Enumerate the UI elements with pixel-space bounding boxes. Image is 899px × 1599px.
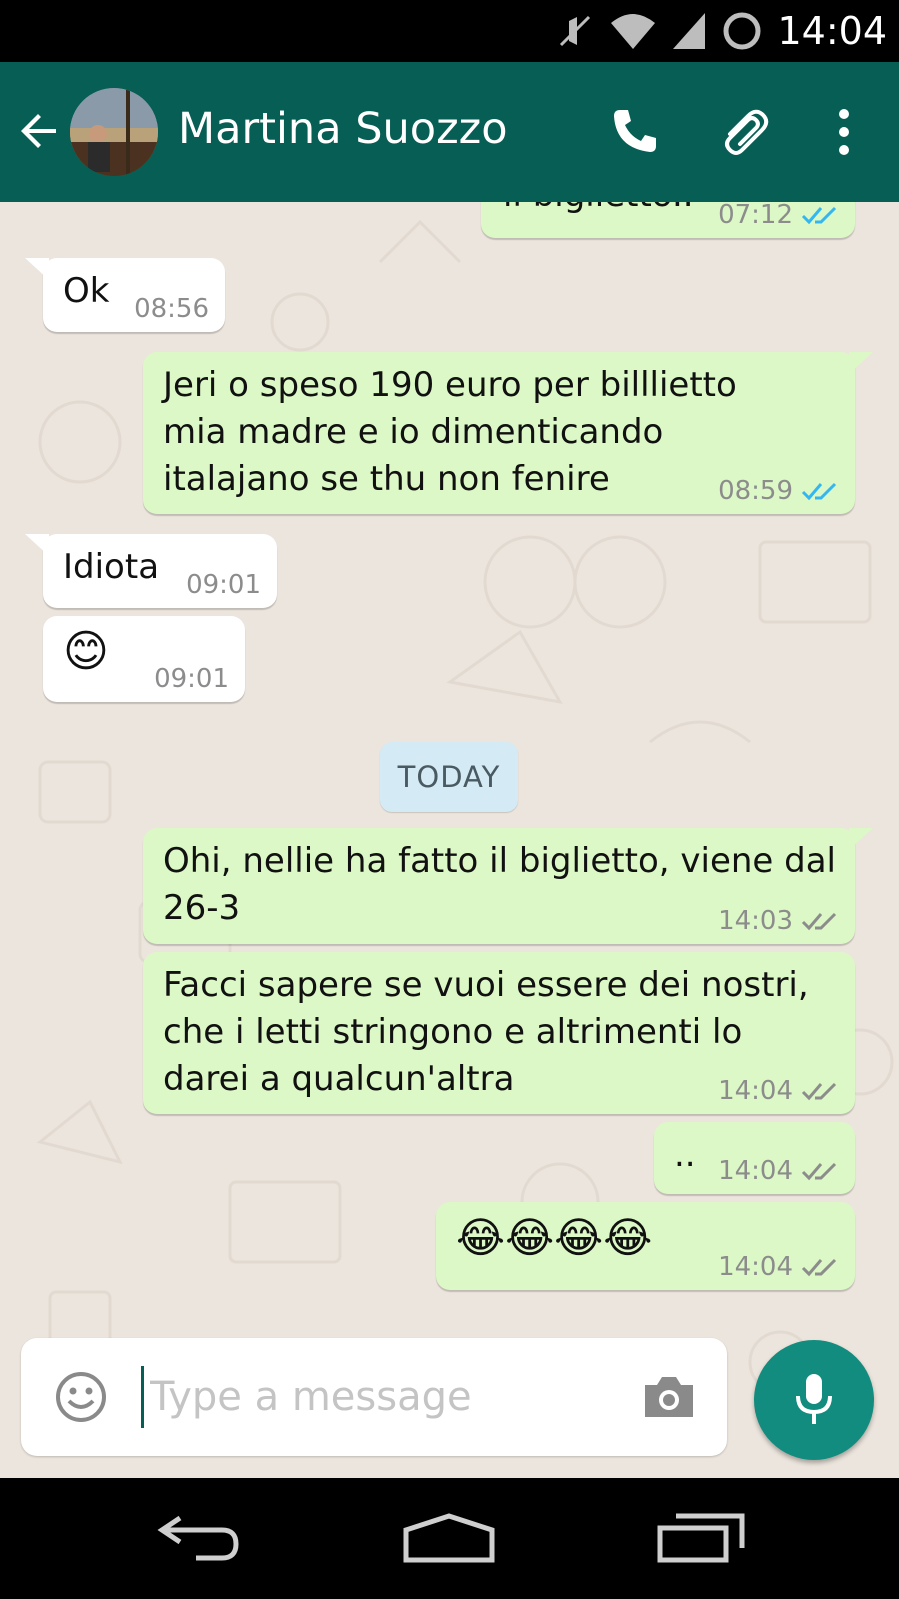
delivered-ticks-icon (801, 1082, 837, 1101)
message-bubble[interactable]: 😂😂😂😂 14:04 (436, 1202, 855, 1290)
nav-recents-icon[interactable] (656, 1512, 746, 1564)
message-text: Facci sapere se vuoi essere dei nostri, … (163, 965, 809, 1099)
avatar-photo (70, 88, 158, 176)
message-text: il biglietto.. (503, 202, 694, 219)
wifi-icon (611, 14, 656, 49)
sync-icon (723, 12, 761, 50)
mic-icon (796, 1374, 832, 1424)
message-meta: 14:04 (718, 1076, 839, 1106)
bubble-tail (25, 534, 49, 556)
mic-button[interactable] (754, 1340, 874, 1460)
message-bubble[interactable]: Facci sapere se vuoi essere dei nostri, … (143, 952, 855, 1114)
status-bar: 14:04 (0, 0, 899, 62)
message-bubble[interactable]: Idiota 09:01 (25, 534, 277, 608)
avatar[interactable] (70, 88, 158, 176)
message-time: 08:56 (134, 294, 209, 324)
message-text: Idiota (63, 547, 160, 587)
message-time: 07:12 (718, 202, 793, 230)
contact-name[interactable]: Martina Suozzo (178, 104, 508, 154)
message-bubble[interactable]: .. 14:04 (654, 1122, 855, 1194)
message-time: 08:59 (718, 476, 793, 506)
message-text: Ok (63, 271, 110, 311)
delivered-ticks-icon (801, 912, 837, 931)
signal-icon (673, 13, 706, 49)
message-meta: 14:03 (718, 906, 839, 936)
message-time: 09:01 (154, 664, 229, 694)
message-meta: 08:59 (718, 476, 839, 506)
bubble-tail (25, 258, 49, 280)
back-arrow-icon[interactable] (16, 107, 64, 155)
message-text: .. (674, 1135, 696, 1175)
attach-icon[interactable] (716, 104, 772, 160)
mute-icon (560, 15, 591, 47)
message-text: 😂😂😂😂 (456, 1213, 653, 1262)
delivered-ticks-icon (801, 1258, 837, 1277)
chat-area[interactable]: il biglietto.. 07:12 Ok 08:56 Jeri o spe… (0, 202, 899, 1478)
status-icons: 14:04 (555, 8, 887, 54)
emoji-icon[interactable] (55, 1371, 107, 1423)
message-bubble[interactable]: 😊 09:01 (43, 616, 245, 702)
message-meta: 08:56 (134, 294, 209, 324)
bubble-tail (849, 828, 873, 850)
read-ticks-icon (801, 482, 837, 501)
message-time: 09:01 (186, 570, 261, 600)
message-time: 14:03 (718, 906, 793, 936)
date-divider: TODAY (380, 742, 518, 812)
nav-home-icon[interactable] (402, 1512, 496, 1564)
message-time: 14:04 (718, 1076, 793, 1106)
message-text: 😊 (63, 626, 109, 677)
message-composer (21, 1338, 727, 1456)
nav-back-icon[interactable] (156, 1512, 242, 1564)
message-text: Jeri o speso 190 euro per billlietto mia… (163, 365, 737, 499)
message-meta: 14:04 (718, 1156, 839, 1186)
system-nav-bar (0, 1478, 899, 1599)
message-bubble[interactable]: Ok 08:56 (25, 258, 225, 332)
message-bubble[interactable]: il biglietto.. 07:12 (481, 202, 855, 238)
delivered-ticks-icon (801, 1162, 837, 1181)
message-meta: 14:04 (718, 1252, 839, 1282)
message-meta: 09:01 (186, 570, 261, 600)
phone-icon[interactable] (606, 104, 662, 160)
more-vert-icon[interactable] (816, 104, 872, 160)
message-time: 14:04 (718, 1252, 793, 1282)
message-bubble[interactable]: Ohi, nellie ha fatto il biglietto, viene… (143, 828, 873, 944)
status-time: 14:04 (777, 9, 887, 53)
camera-icon[interactable] (641, 1373, 697, 1421)
chat-header: Martina Suozzo (0, 62, 899, 202)
read-ticks-icon (801, 206, 837, 225)
message-meta: 07:12 (718, 202, 839, 230)
message-input[interactable] (141, 1366, 621, 1428)
bubble-tail (849, 352, 873, 374)
message-time: 14:04 (718, 1156, 793, 1186)
message-bubble[interactable]: Jeri o speso 190 euro per billlietto mia… (143, 352, 873, 514)
message-meta: 09:01 (154, 664, 229, 694)
